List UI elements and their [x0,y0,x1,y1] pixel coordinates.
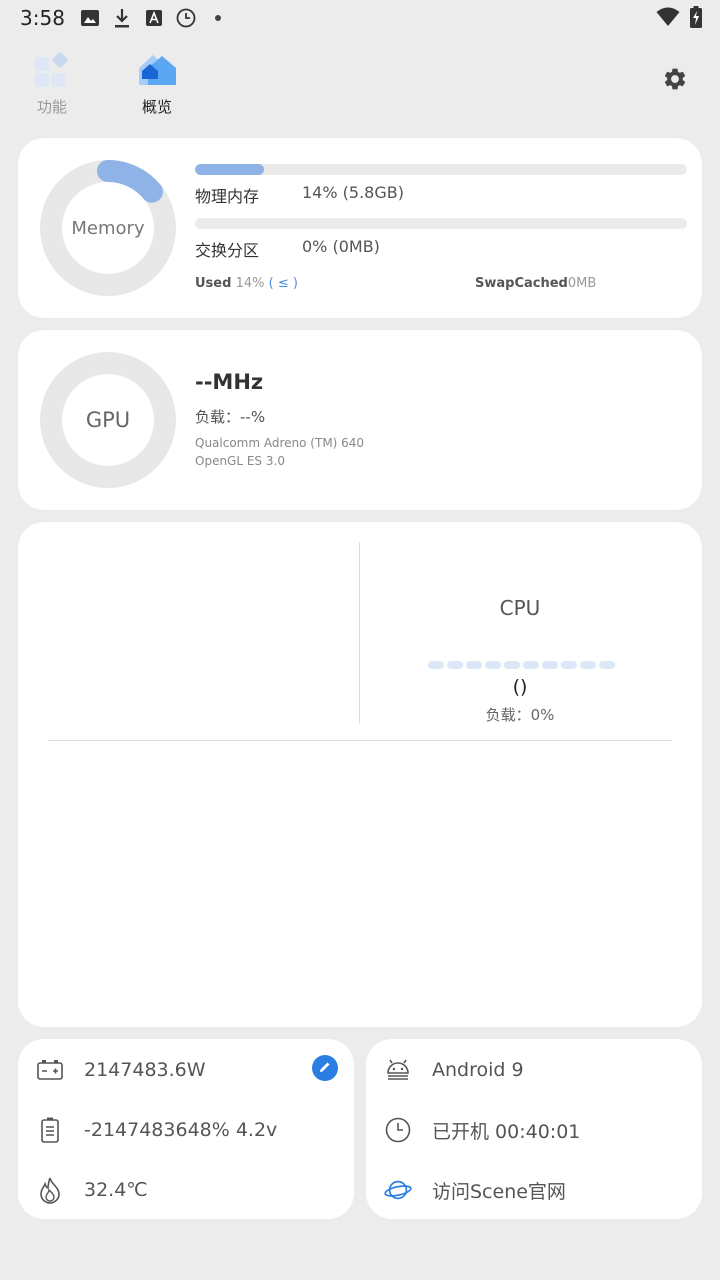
used-value: 14% [235,276,265,291]
image-icon [80,8,100,28]
cpu-title: CPU [499,596,541,620]
cpu-core-indicator [561,661,577,669]
clock-icon [384,1116,412,1144]
battery-icon [36,1116,64,1144]
status-time: 3:58 [20,6,65,30]
cpu-load: 负载：0% [485,706,555,724]
wifi-icon [656,7,680,31]
website-row[interactable]: 访问Scene官网 [384,1175,566,1205]
system-card: Android 9 已开机 00:40:01 访问Scene官网 [366,1039,702,1219]
uptime-value: 已开机 00:40:01 [432,1120,581,1143]
notification-icons [80,6,228,30]
download-icon [112,8,132,28]
android-icon [384,1056,412,1084]
cpu-core-indicator [485,661,501,669]
dot-icon [208,8,228,28]
temperature-value: 32.4℃ [84,1179,148,1201]
tab-overview[interactable]: 概览 [122,52,192,117]
swap-bar [195,218,687,229]
battery-row: -2147483648% 4.2v [36,1115,277,1145]
cpu-card[interactable]: CPU () 负载：0% [18,522,702,1027]
cpu-core-indicator [542,661,558,669]
swap-label: 交换分区 [195,241,260,260]
cpu-core-indicator [580,661,596,669]
status-bar: 3:58 [0,0,720,36]
swapcached-label: SwapCached [475,276,568,291]
cpu-model: () [512,676,528,698]
swapcached-stat: SwapCached0MB [475,276,596,291]
swapcached-value: 0MB [567,276,597,291]
temperature-row: 32.4℃ [36,1175,148,1205]
gpu-load: 负载：--% [195,408,266,426]
used-stat: Used 14% ( ≤ ) [195,276,298,291]
physical-memory-bar [195,164,687,175]
cpu-core-indicators [428,661,615,669]
power-card: 2147483.6W -2147483648% 4.2v 32.4℃ [18,1039,354,1219]
clock-icon [176,8,196,28]
tab-functions[interactable]: 功能 [17,52,87,117]
battery-power-icon [36,1056,64,1084]
android-version: Android 9 [432,1059,524,1081]
home-icon [136,55,178,92]
flame-icon [36,1176,64,1204]
cpu-core-indicator [466,661,482,669]
power-value: 2147483.6W [84,1059,206,1081]
font-icon [144,8,164,28]
gpu-renderer: Qualcomm Adreno (TM) 640 [195,436,365,450]
tab-overview-label: 概览 [141,98,172,116]
website-link[interactable]: 访问Scene官网 [432,1177,566,1204]
gpu-frequency: --MHz [195,370,264,394]
cpu-core-indicator [447,661,463,669]
gpu-card[interactable]: GPU --MHz 负载：--% Qualcomm Adreno (TM) 64… [18,330,702,510]
cpu-core-indicator [504,661,520,669]
gear-icon [662,66,688,96]
cpu-divider-horizontal [48,740,672,741]
memory-card[interactable]: Memory 物理内存 14% (5.8GB) 交换分区 0% (0MB) Us… [18,138,702,318]
planet-icon [384,1176,412,1204]
uptime-row: 已开机 00:40:01 [384,1115,580,1145]
pencil-icon [318,1059,332,1078]
settings-button[interactable] [660,66,690,96]
physical-memory-value: 14% (5.8GB) [302,183,404,202]
physical-memory-label: 物理内存 [195,187,260,206]
cpu-core-indicator [599,661,615,669]
tab-functions-label: 功能 [36,98,67,116]
cpu-core-indicator [428,661,444,669]
edit-button[interactable] [312,1055,338,1081]
gpu-api: OpenGL ES 3.0 [195,454,285,468]
swap-value: 0% (0MB) [302,237,380,256]
cpu-core-indicator [523,661,539,669]
memory-ring-label: Memory [71,217,145,239]
system-status-icons [656,6,702,32]
android-row: Android 9 [384,1055,524,1085]
gpu-ring-label: GPU [85,408,131,432]
battery-value: -2147483648% 4.2v [84,1119,278,1141]
battery-charging-icon [690,6,702,32]
used-detail-link[interactable]: ( ≤ ) [269,276,298,291]
used-label: Used [195,276,232,291]
power-row: 2147483.6W [36,1055,206,1085]
top-navigation: 功能 概览 [0,44,720,124]
grid-apps-icon [34,52,70,92]
physical-memory-bar-fill [195,164,264,175]
